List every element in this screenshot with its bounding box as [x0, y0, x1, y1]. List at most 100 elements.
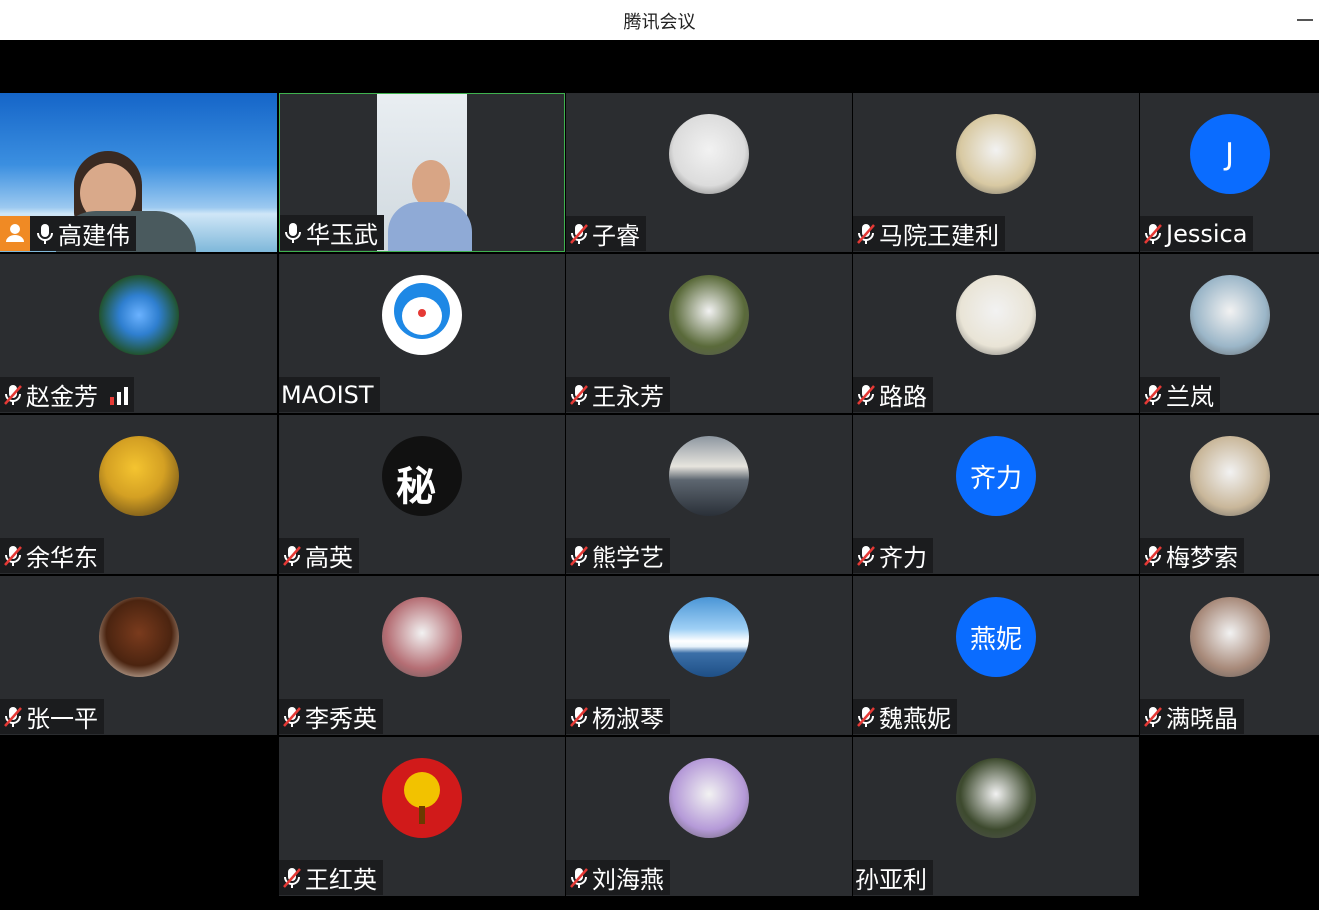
mic-muted-icon [281, 705, 303, 729]
avatar: 燕妮 [956, 597, 1036, 677]
participant-name: 孙亚利 [855, 866, 927, 894]
name-label-bar: 杨淑琴 [566, 699, 670, 734]
participant-tile[interactable]: 王红英 [279, 737, 565, 896]
mic-muted-icon [2, 705, 24, 729]
name-label-bar: 兰岚 [1140, 377, 1220, 412]
participant-tile[interactable]: 王永芳 [566, 254, 852, 413]
participant-tile[interactable]: 杨淑琴 [566, 576, 852, 735]
mic-muted-icon [855, 544, 877, 568]
name-label-bar: MAOIST [279, 377, 380, 412]
avatar: J [1189, 114, 1270, 194]
name-label-bar: 王永芳 [566, 377, 670, 412]
person-face [412, 160, 450, 208]
participant-tile[interactable]: 齐力 齐力 [853, 415, 1139, 574]
participant-name: 刘海燕 [592, 866, 664, 894]
avatar [669, 436, 749, 516]
participant-name: 齐力 [879, 544, 927, 572]
avatar [669, 275, 749, 355]
avatar [98, 275, 179, 355]
participant-name: 余华东 [26, 544, 98, 572]
title-bar: 腾讯会议 [0, 0, 1319, 40]
avatar [98, 597, 179, 677]
name-label-bar: Jessica [1140, 216, 1254, 251]
mic-muted-icon [855, 705, 877, 729]
participant-tile[interactable]: 马院王建利 [853, 93, 1139, 252]
mic-muted-icon [855, 222, 877, 246]
avatar [669, 597, 749, 677]
participant-tile[interactable]: 孙亚利 [853, 737, 1139, 896]
mic-muted-icon [281, 544, 303, 568]
mic-muted-icon [1142, 544, 1164, 568]
participant-name: 兰岚 [1166, 383, 1214, 411]
participant-tile[interactable]: 梅梦索 [1140, 415, 1319, 574]
participant-name: 张一平 [26, 705, 98, 733]
participant-name: 熊学艺 [592, 544, 664, 572]
participant-name: MAOIST [281, 380, 374, 409]
mic-icon [282, 221, 304, 245]
participant-tile[interactable]: 赵金芳 [0, 254, 277, 413]
avatar [956, 758, 1036, 838]
window-title: 腾讯会议 [623, 12, 696, 33]
participant-name: 李秀英 [305, 705, 377, 733]
mic-muted-icon [568, 544, 590, 568]
participant-tile[interactable]: 华玉武 [279, 93, 565, 252]
participant-tile[interactable]: J Jessica [1140, 93, 1319, 252]
name-label-bar: 孙亚利 [853, 860, 933, 895]
avatar [1189, 275, 1270, 355]
mic-muted-icon [1142, 383, 1164, 407]
mic-muted-icon [1142, 705, 1164, 729]
name-label-bar: 路路 [853, 377, 933, 412]
participant-name: 赵金芳 [26, 383, 98, 411]
name-label-bar: 赵金芳 [0, 377, 134, 412]
participant-tile[interactable]: 兰岚 [1140, 254, 1319, 413]
avatar [956, 114, 1036, 194]
mic-muted-icon [568, 383, 590, 407]
participant-tile[interactable]: MAOIST [279, 254, 565, 413]
name-label-bar: 余华东 [0, 538, 104, 573]
participant-tile[interactable]: 路路 [853, 254, 1139, 413]
avatar [669, 758, 749, 838]
mic-muted-icon [2, 544, 24, 568]
mic-muted-icon [1142, 222, 1164, 246]
participant-tile[interactable]: 熊学艺 [566, 415, 852, 574]
participant-name: Jessica [1166, 219, 1248, 248]
avatar [1189, 597, 1270, 677]
participant-tile[interactable]: 刘海燕 [566, 737, 852, 896]
mic-muted-icon [855, 383, 877, 407]
participant-tile[interactable]: 张一平 [0, 576, 277, 735]
minimize-button[interactable] [1297, 8, 1313, 28]
participant-name: 王红英 [305, 866, 377, 894]
avatar [98, 436, 179, 516]
name-label-bar: 张一平 [0, 699, 104, 734]
avatar [956, 275, 1036, 355]
avatar [1189, 436, 1270, 516]
participant-name: 马院王建利 [879, 222, 999, 250]
participant-tile[interactable]: 秘高英 [279, 415, 565, 574]
participant-tile[interactable]: 高建伟 [0, 93, 277, 252]
participant-tile[interactable]: 燕妮 魏燕妮 [853, 576, 1139, 735]
name-label-bar: 熊学艺 [566, 538, 670, 573]
participant-tile[interactable]: 李秀英 [279, 576, 565, 735]
mic-muted-icon [568, 222, 590, 246]
participant-name: 魏燕妮 [879, 705, 951, 733]
name-label-bar: 王红英 [279, 860, 383, 895]
participant-tile[interactable]: 余华东 [0, 415, 277, 574]
person-body [388, 202, 472, 251]
avatar-initials: 齐力 [969, 463, 1022, 494]
avatar: 齐力 [956, 436, 1036, 516]
participant-tile[interactable]: 满晓晶 [1140, 576, 1319, 735]
mic-muted-icon [568, 705, 590, 729]
name-label-bar: 齐力 [853, 538, 933, 573]
name-label-bar: 高英 [279, 538, 359, 573]
participant-name: 梅梦索 [1166, 544, 1238, 572]
avatar [382, 597, 462, 677]
participant-tile[interactable]: 子睿 [566, 93, 852, 252]
participant-name: 路路 [879, 383, 927, 411]
name-label-bar: 魏燕妮 [853, 699, 957, 734]
mic-muted-icon [281, 866, 303, 890]
participant-name: 杨淑琴 [592, 705, 664, 733]
participant-name: 王永芳 [592, 383, 664, 411]
participant-name: 高建伟 [58, 222, 130, 250]
avatar: 秘 [382, 436, 462, 516]
mic-icon [34, 222, 56, 246]
